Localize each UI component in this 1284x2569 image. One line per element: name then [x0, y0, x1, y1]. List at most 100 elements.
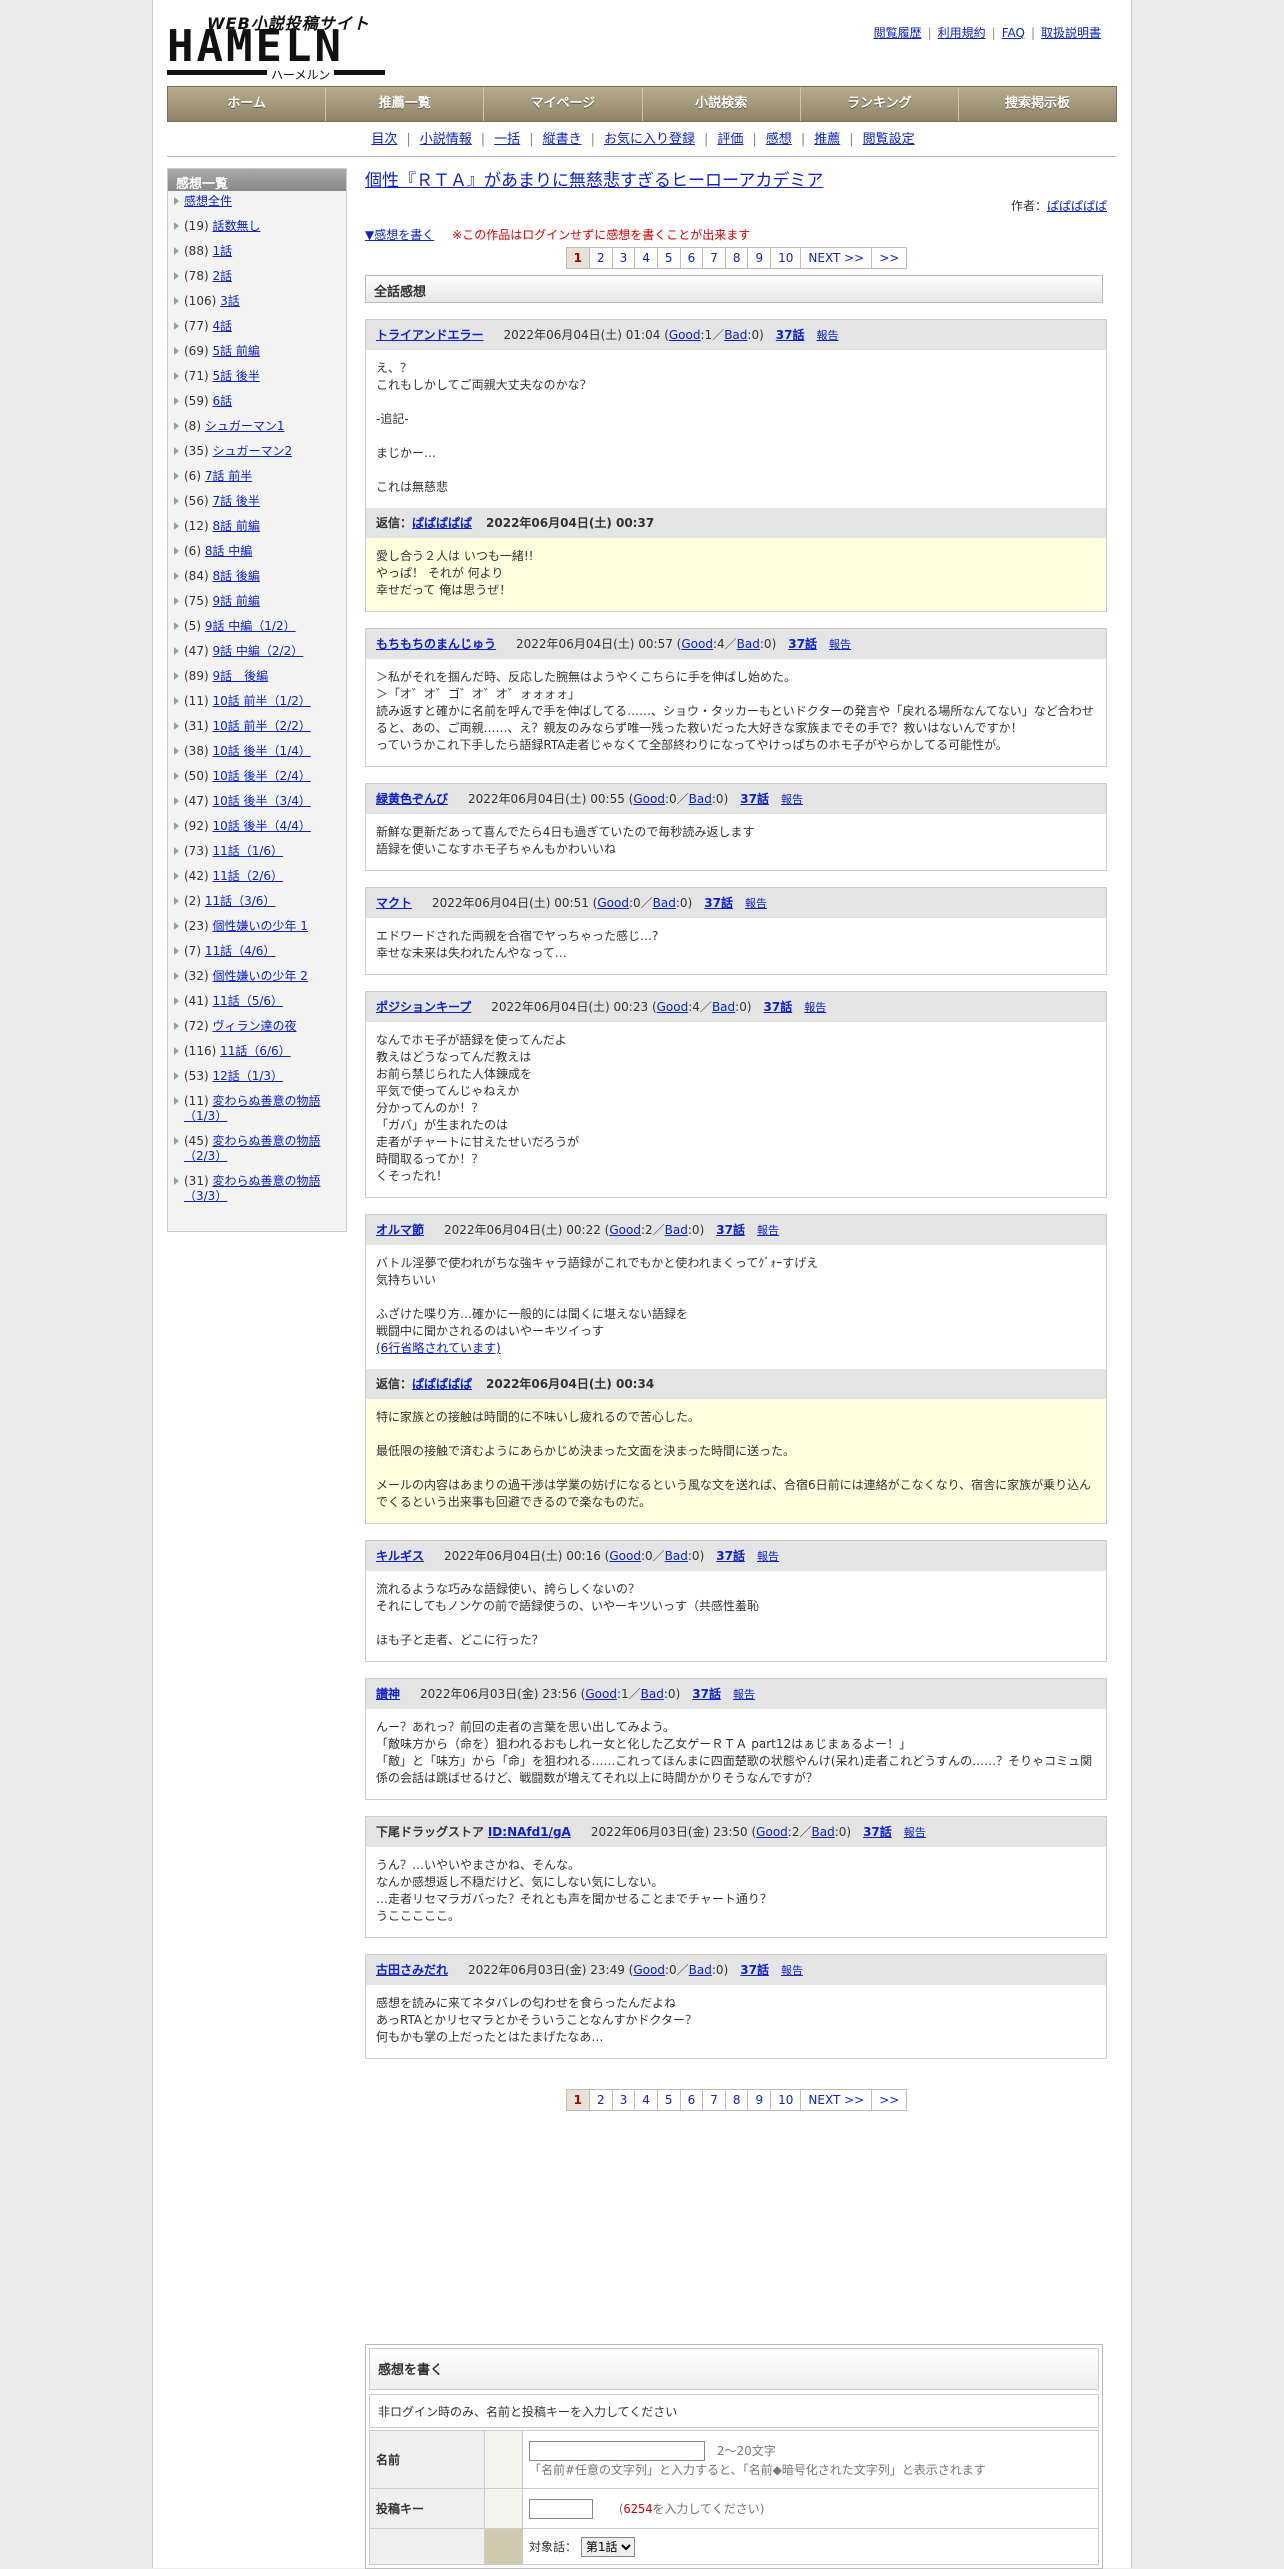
sidebar-item-label[interactable]: 11話（2/6）: [212, 869, 283, 883]
manual-link[interactable]: 取扱説明書: [1041, 26, 1101, 40]
nav-search[interactable]: 小説検索: [643, 87, 801, 121]
sidebar-item-label[interactable]: 8話 中編: [205, 544, 252, 558]
bad-link[interactable]: Bad: [811, 1825, 834, 1839]
page-link[interactable]: 2: [589, 247, 613, 269]
sidebar-item[interactable]: (12) 8話 前編: [174, 519, 346, 534]
expand-link[interactable]: (6行省略されています): [376, 1341, 501, 1355]
bad-link[interactable]: Bad: [724, 328, 747, 342]
page-link[interactable]: 8: [724, 247, 749, 269]
episode-link[interactable]: 37話: [764, 1000, 793, 1014]
page-link[interactable]: 5: [656, 247, 681, 269]
sidebar-item[interactable]: (2) 11話（3/6）: [174, 894, 346, 909]
sidebar-item[interactable]: (89) 9話 後編: [174, 669, 346, 684]
episode-link[interactable]: 37話: [692, 1687, 721, 1701]
sidebar-item[interactable]: (78) 2話: [174, 269, 346, 284]
sidebar-item[interactable]: (84) 8話 後編: [174, 569, 346, 584]
sidebar-item[interactable]: (50) 10話 後半（2/4）: [174, 769, 346, 784]
report-link[interactable]: 報告: [816, 329, 838, 342]
sidebar-item[interactable]: (116) 11話（6/6）: [174, 1044, 346, 1059]
sidebar-item-label[interactable]: 9話 中編（2/2）: [212, 644, 303, 658]
page-link[interactable]: 3: [611, 2089, 636, 2111]
sidebar-item-label[interactable]: 個性嫌いの少年 1: [212, 919, 307, 933]
sidebar-item-label[interactable]: 8話 後編: [212, 569, 259, 583]
sidebar-item-label[interactable]: 7話 後半: [212, 494, 259, 508]
sidebar-item-label[interactable]: 8話 前編: [212, 519, 259, 533]
sidebar-item[interactable]: (73) 11話（1/6）: [174, 844, 346, 859]
sidebar-item[interactable]: (56) 7話 後半: [174, 494, 346, 509]
reviewer-name[interactable]: トライアンドエラー: [376, 328, 484, 342]
page-link[interactable]: 3: [611, 247, 636, 269]
reviewer-name[interactable]: もちもちのまんじゅう: [376, 637, 496, 651]
nav-board[interactable]: 捜索掲示板: [959, 87, 1116, 121]
subnav-link[interactable]: 閲覧設定: [863, 132, 915, 147]
sidebar-item[interactable]: (59) 6話: [174, 394, 346, 409]
sidebar-item[interactable]: (23) 個性嫌いの少年 1: [174, 919, 346, 934]
sidebar-item-label[interactable]: 感想全件: [184, 194, 232, 208]
novel-title[interactable]: 個性『ＲＴＡ』があまりに無慈悲すぎるヒーローアカデミア: [365, 171, 823, 191]
subnav-link[interactable]: 一括: [494, 132, 520, 147]
last-page-link[interactable]: >>: [871, 2089, 908, 2111]
good-link[interactable]: Good: [669, 328, 701, 342]
sidebar-item-label[interactable]: ヴィラン達の夜: [212, 1019, 296, 1033]
report-link[interactable]: 報告: [904, 1826, 926, 1839]
reviewer-name[interactable]: 讃神: [376, 1687, 400, 1701]
good-link[interactable]: Good: [657, 1000, 689, 1014]
page-link[interactable]: 8: [724, 2089, 749, 2111]
bad-link[interactable]: Bad: [653, 896, 676, 910]
nav-recommend[interactable]: 推薦一覧: [326, 87, 485, 121]
sidebar-item[interactable]: (6) 7話 前半: [174, 469, 346, 484]
good-link[interactable]: Good: [597, 896, 629, 910]
subnav-link[interactable]: 目次: [371, 132, 397, 147]
reply-author[interactable]: ぱぱぱぱぱ: [412, 516, 472, 530]
sidebar-item-label[interactable]: 5話 前編: [212, 344, 259, 358]
sidebar-item[interactable]: (38) 10話 後半（1/4）: [174, 744, 346, 759]
sidebar-item[interactable]: (6) 8話 中編: [174, 544, 346, 559]
report-link[interactable]: 報告: [781, 793, 803, 806]
bad-link[interactable]: Bad: [737, 637, 760, 651]
sidebar-item[interactable]: (53) 12話（1/3）: [174, 1069, 346, 1084]
report-link[interactable]: 報告: [745, 897, 767, 910]
next-page-link[interactable]: NEXT >>: [800, 2089, 873, 2111]
sidebar-item-label[interactable]: 11話（6/6）: [220, 1044, 291, 1058]
sidebar-item[interactable]: (92) 10話 後半（4/4）: [174, 819, 346, 834]
sidebar-item-label[interactable]: 10話 後半（3/4）: [212, 794, 310, 808]
report-link[interactable]: 報告: [757, 1550, 779, 1563]
episode-link[interactable]: 37話: [740, 792, 769, 806]
hameln-logo[interactable]: WEB小説投稿サイト HAMELN ハーメルン: [167, 10, 387, 83]
faq-link[interactable]: FAQ: [1002, 26, 1025, 40]
sidebar-item-label[interactable]: 話数無し: [212, 219, 260, 233]
sidebar-item[interactable]: (19) 話数無し: [174, 219, 346, 234]
sidebar-item-label[interactable]: 個性嫌いの少年 2: [212, 969, 307, 983]
sidebar-item-label[interactable]: 10話 後半（1/4）: [212, 744, 310, 758]
key-input[interactable]: [529, 2498, 593, 2519]
target-episode-select[interactable]: 第1話: [580, 2536, 635, 2557]
subnav-link[interactable]: 評価: [717, 132, 743, 147]
episode-link[interactable]: 37話: [716, 1223, 745, 1237]
sidebar-item[interactable]: (41) 11話（5/6）: [174, 994, 346, 1009]
sidebar-item-label[interactable]: 10話 後半（4/4）: [212, 819, 310, 833]
sidebar-item[interactable]: (11) 10話 前半（1/2）: [174, 694, 346, 709]
sidebar-item[interactable]: (69) 5話 前編: [174, 344, 346, 359]
terms-link[interactable]: 利用規約: [938, 26, 986, 40]
sidebar-item-label[interactable]: 6話: [212, 394, 232, 408]
subnav-link[interactable]: お気に入り登録: [604, 132, 695, 147]
sidebar-item[interactable]: 感想全件: [174, 194, 346, 209]
page-link[interactable]: 6: [679, 247, 704, 269]
nav-mypage[interactable]: マイページ: [484, 87, 643, 121]
sidebar-item[interactable]: (77) 4話: [174, 319, 346, 334]
good-link[interactable]: Good: [681, 637, 713, 651]
good-link[interactable]: Good: [633, 1963, 665, 1977]
subnav-link[interactable]: 小説情報: [420, 132, 472, 147]
sidebar-item[interactable]: (75) 9話 前編: [174, 594, 346, 609]
subnav-link[interactable]: 縦書き: [543, 132, 582, 147]
report-link[interactable]: 報告: [829, 638, 851, 651]
bad-link[interactable]: Bad: [712, 1000, 735, 1014]
subnav-link[interactable]: 推薦: [814, 132, 840, 147]
next-page-link[interactable]: NEXT >>: [800, 247, 873, 269]
sidebar-item[interactable]: (5) 9話 中編（1/2）: [174, 619, 346, 634]
reviewer-name[interactable]: 緑黄色ぞんび: [376, 792, 448, 806]
reviewer-id[interactable]: ID:NAfd1/gA: [488, 1825, 571, 1839]
page-link[interactable]: 9: [747, 247, 772, 269]
sidebar-item[interactable]: (35) シュガーマン2: [174, 444, 346, 459]
report-link[interactable]: 報告: [781, 1964, 803, 1977]
